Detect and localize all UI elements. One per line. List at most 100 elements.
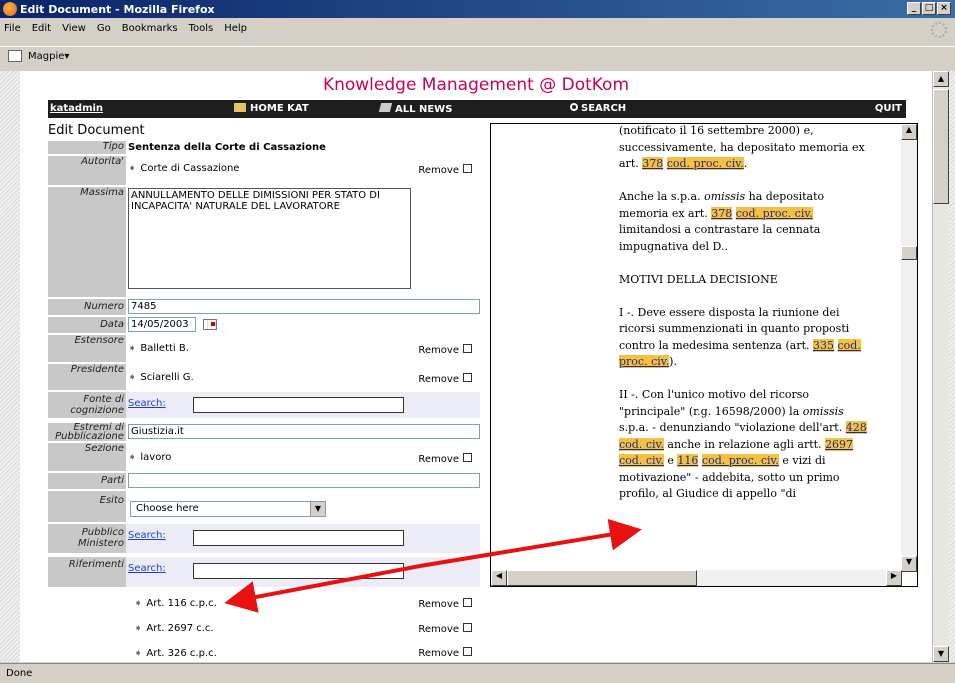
sezione-value: lavoro <box>140 452 172 463</box>
scroll-down-icon[interactable]: ▼ <box>933 646 949 662</box>
menu-tools[interactable]: Tools <box>189 23 214 34</box>
quit-link[interactable]: QUIT <box>875 103 902 114</box>
checkbox[interactable] <box>463 623 472 632</box>
menu-go[interactable]: Go <box>97 23 111 34</box>
menu-bar: File Edit View Go Bookmarks Tools Help <box>0 18 955 38</box>
esito-select[interactable]: Choose here ▼ <box>130 501 326 517</box>
menu-edit[interactable]: Edit <box>32 23 51 34</box>
checkbox[interactable] <box>463 647 472 656</box>
row-tipo: Tipo Sentenza della Corte di Cassazione <box>48 141 480 154</box>
label-tipo: Tipo <box>48 141 126 154</box>
remove-label: Remove <box>418 374 459 385</box>
row-massima: Massima ANNULLAMENTO DELLE DIMISSIONI PE… <box>48 187 480 297</box>
pm-search-input[interactable] <box>193 530 404 546</box>
riferimenti-search-input[interactable] <box>193 563 404 579</box>
form-title: Edit Document <box>48 123 145 138</box>
scroll-hthumb[interactable] <box>507 570 697 586</box>
riferimento-item: ➧ Art. 2697 c.c. Remove <box>48 620 480 640</box>
row-parti: Parti <box>48 473 480 489</box>
label-numero: Numero <box>48 299 126 315</box>
remove-riferimento[interactable]: Remove <box>418 647 472 659</box>
riferimento-label: Art. 116 c.p.c. <box>146 598 217 609</box>
menu-bookmarks[interactable]: Bookmarks <box>122 23 178 34</box>
remove-riferimento[interactable]: Remove <box>418 598 472 610</box>
arrow-icon: ➧ <box>134 598 143 609</box>
search-link[interactable]: SEARCH <box>570 103 626 114</box>
viewer-hscrollbar[interactable]: ◀ ▶ <box>491 570 902 586</box>
paragraph: I -. Deve essere disposta la riunione de… <box>619 305 861 368</box>
label-parti: Parti <box>48 473 126 489</box>
article-link[interactable]: 2697 <box>825 437 854 451</box>
data-input[interactable]: 14/05/2003 <box>128 317 196 332</box>
edit-form: Edit Document Tipo Sentenza della Corte … <box>48 123 480 662</box>
massima-textarea[interactable]: ANNULLAMENTO DELLE DIMISSIONI PER STATO … <box>128 188 411 289</box>
scroll-right-icon[interactable]: ▶ <box>886 570 902 586</box>
news-link[interactable]: ALL NEWS <box>378 103 452 115</box>
scroll-down-icon[interactable]: ▼ <box>901 556 917 572</box>
checkbox[interactable] <box>463 373 472 382</box>
article-link[interactable]: 378 <box>711 206 733 220</box>
article-link[interactable]: 428 <box>845 421 867 434</box>
arrow-icon: ➧ <box>128 452 137 463</box>
calendar-icon[interactable] <box>203 319 217 330</box>
search-icon <box>570 103 578 111</box>
scroll-up-icon[interactable]: ▲ <box>901 124 917 140</box>
menu-file[interactable]: File <box>4 23 21 34</box>
numero-input[interactable]: 7485 <box>128 299 480 314</box>
code-link[interactable]: cod. proc. civ. <box>701 454 779 467</box>
presidente-value: Sciarelli G. <box>140 372 194 383</box>
code-link[interactable]: cod. civ. <box>619 437 664 451</box>
home-link[interactable]: HOME KAT <box>234 103 309 114</box>
remove-sezione[interactable]: Remove <box>418 453 472 465</box>
user-link[interactable]: katadmin <box>50 103 103 114</box>
remove-label: Remove <box>418 624 459 635</box>
riferimenti-search-link[interactable]: Search: <box>128 563 166 574</box>
checkbox[interactable] <box>463 598 472 607</box>
tipo-value: Sentenza della Corte di Cassazione <box>128 142 326 153</box>
riferimento-label: Art. 2697 c.c. <box>146 623 214 634</box>
remove-label: Remove <box>418 165 459 176</box>
fonte-search-link[interactable]: Search: <box>128 398 166 409</box>
checkbox[interactable] <box>463 453 472 462</box>
dropdown-arrow-icon[interactable]: ▼ <box>310 502 325 516</box>
scroll-thumb[interactable] <box>901 246 917 260</box>
search-label: SEARCH <box>581 103 627 114</box>
article-link[interactable]: 116 <box>677 454 699 467</box>
remove-riferimento[interactable]: Remove <box>418 623 472 635</box>
menu-help[interactable]: Help <box>224 23 247 34</box>
folder-icon <box>234 103 246 112</box>
window-titlebar: Edit Document - Mozilla Firefox _ □ × <box>0 0 955 18</box>
viewer-vscrollbar[interactable]: ▲ ▼ <box>901 124 917 572</box>
parti-input[interactable] <box>128 473 480 488</box>
code-link[interactable]: cod. proc. civ. <box>735 206 813 220</box>
article-link[interactable]: 335 <box>813 338 835 352</box>
remove-presidente[interactable]: Remove <box>418 373 472 385</box>
checkbox[interactable] <box>463 164 472 173</box>
pm-search-link[interactable]: Search: <box>128 530 166 541</box>
row-esito: Esito Choose here ▼ <box>48 491 480 522</box>
remove-autorita[interactable]: Remove <box>418 164 472 176</box>
remove-estensore[interactable]: Remove <box>418 344 472 356</box>
autorita-value: Corte di Cassazione <box>140 163 240 174</box>
code-link[interactable]: cod. proc. civ. <box>666 157 744 170</box>
scroll-left-icon[interactable]: ◀ <box>491 570 507 586</box>
label-sezione: Sezione <box>48 443 126 471</box>
arrow-icon: ➧ <box>128 163 137 174</box>
estremi-input[interactable]: Giustizia.it <box>128 424 480 439</box>
checkbox[interactable] <box>463 344 472 353</box>
scroll-thumb[interactable] <box>933 89 949 204</box>
menu-view[interactable]: View <box>62 23 86 34</box>
bookmark-magpie[interactable]: Magpie▾ <box>28 51 69 62</box>
article-link[interactable]: 378 <box>642 157 664 170</box>
window-title: Edit Document - Mozilla Firefox <box>20 2 215 16</box>
fonte-search-input[interactable] <box>193 397 404 413</box>
maximize-button[interactable]: □ <box>922 2 936 15</box>
label-presidente: Presidente <box>48 364 126 390</box>
scroll-up-icon[interactable]: ▲ <box>933 71 949 87</box>
document-viewer[interactable]: (notificato il 16 settembre 2000) e, suc… <box>490 123 918 587</box>
arrow-icon: ➧ <box>128 343 137 354</box>
page-vscrollbar[interactable]: ▲ ▼ <box>932 71 949 662</box>
code-link[interactable]: cod. civ. <box>619 454 664 467</box>
minimize-button[interactable]: _ <box>907 2 921 15</box>
close-button[interactable]: × <box>937 2 951 15</box>
